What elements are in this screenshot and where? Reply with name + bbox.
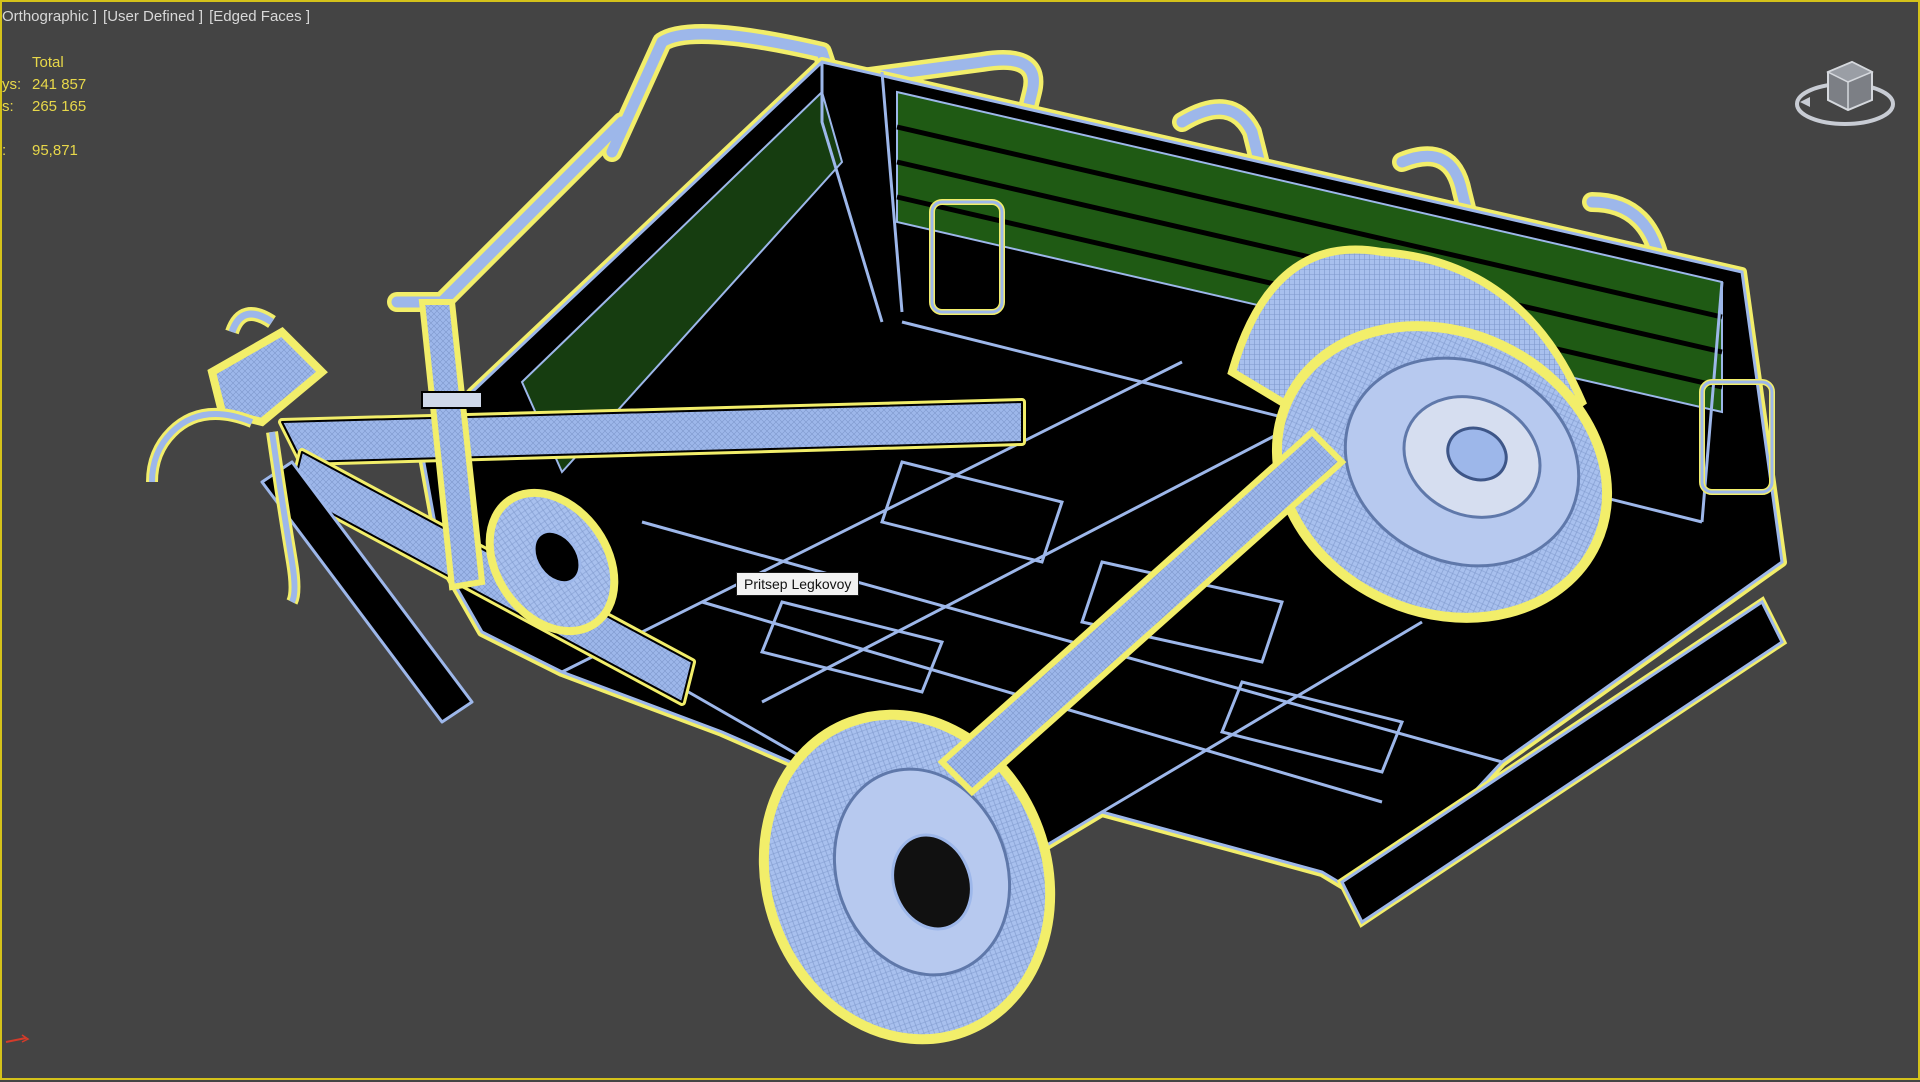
- stats-key-verts: s:: [2, 98, 14, 115]
- stats-value-fps: 95,871: [32, 142, 78, 159]
- viewcube-icon[interactable]: [1790, 42, 1900, 142]
- stats-header: Total: [32, 54, 64, 71]
- view-mode-label[interactable]: [User Defined ]: [103, 8, 203, 25]
- viewport-label[interactable]: Orthographic ] [User Defined ] [Edged Fa…: [2, 8, 310, 25]
- stats-key-fps: :: [2, 142, 7, 159]
- trailer-model[interactable]: [2, 2, 1920, 1082]
- shading-mode-label[interactable]: [Edged Faces ]: [209, 8, 310, 25]
- stats-value-verts: 265 165: [32, 98, 87, 115]
- 3d-viewport[interactable]: Orthographic ] [User Defined ] [Edged Fa…: [0, 0, 1920, 1080]
- view-type-label[interactable]: Orthographic ]: [2, 8, 97, 25]
- scene-statistics: Total ys: 241 857 s: 265 165 : 95,871: [2, 52, 152, 162]
- stats-value-polys: 241 857: [32, 76, 87, 93]
- stats-key-polys: ys:: [2, 76, 22, 93]
- axis-gizmo-icon: [5, 1034, 30, 1043]
- object-name-tooltip: Pritsep Legkovoy: [736, 572, 860, 596]
